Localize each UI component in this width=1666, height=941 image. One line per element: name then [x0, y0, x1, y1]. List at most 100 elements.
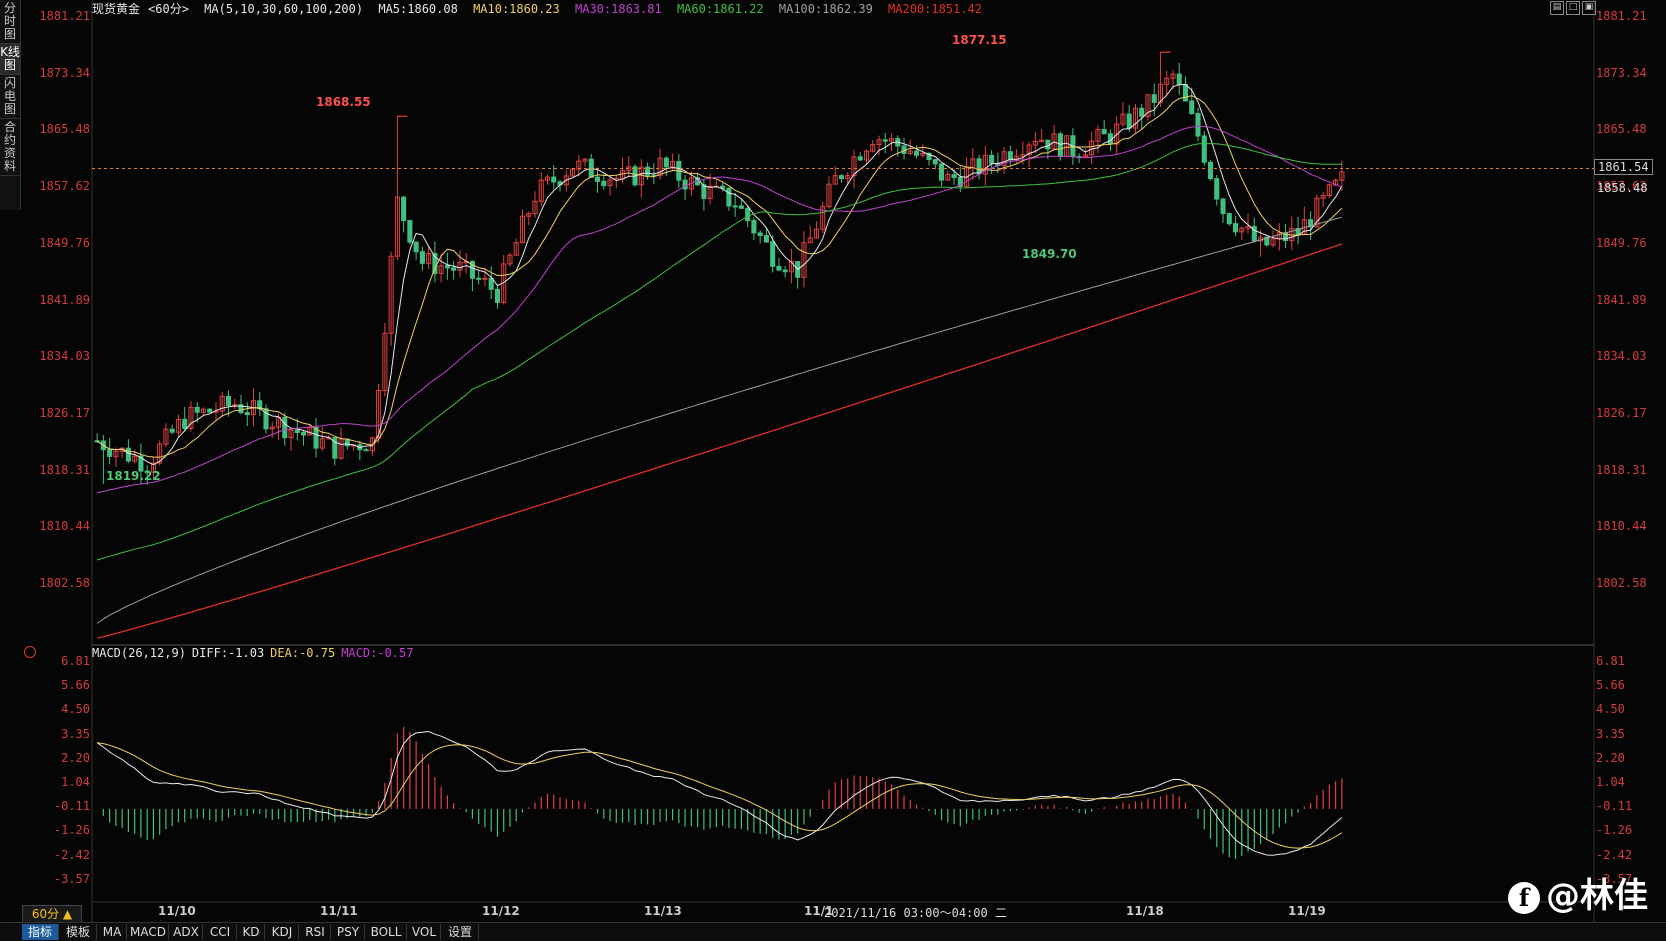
price-left-axis-tick: 1881.21 [39, 9, 90, 23]
tab-kd[interactable]: KD [238, 924, 265, 940]
candle-body [1126, 113, 1132, 129]
close-icon[interactable]: ▣ [1582, 1, 1596, 15]
candle-body [1007, 151, 1013, 161]
candle-body [1201, 135, 1207, 163]
candle-body [1220, 198, 1226, 215]
date-label: 11/11 [320, 904, 358, 918]
current-price-tag: 1861.54 [1594, 159, 1653, 175]
candle-body [1214, 178, 1220, 200]
tab-kdj[interactable]: KDJ [266, 924, 299, 940]
tab-adx[interactable]: ADX [170, 924, 203, 940]
watermark: f @林佳 [1508, 868, 1648, 917]
candle-body [482, 277, 488, 280]
secondary-price-tag: 1858.48 [1597, 181, 1648, 195]
candle-body [551, 176, 557, 183]
macd-left-axis-tick: 3.35 [61, 726, 90, 741]
tab-ma[interactable]: MA [98, 924, 127, 940]
price-right-axis-tick: 1865.48 [1596, 122, 1647, 137]
macd-left-axis-tick: 4.50 [61, 702, 90, 717]
ma200-line [96, 243, 1343, 639]
macd-right-axis-tick: -2.42 [1596, 847, 1633, 862]
candle-body [1139, 107, 1145, 117]
price-right-axis-tick: 1810.44 [1596, 519, 1647, 534]
tab-vol[interactable]: VOL [408, 924, 441, 940]
candle-body [682, 179, 688, 190]
layout-icon[interactable]: ▤ [1550, 1, 1564, 15]
price-left-axis-tick: 1802.58 [39, 576, 90, 590]
date-label: 11/13 [644, 904, 682, 918]
restore-icon[interactable]: □ [1566, 1, 1580, 15]
candle-body [444, 265, 450, 269]
macd-right-axis-tick: -0.11 [1596, 799, 1633, 814]
macd-left-axis-tick: 6.81 [61, 654, 90, 668]
tab-rsi[interactable]: RSI [300, 924, 331, 940]
date-label: 11/19 [1288, 904, 1326, 918]
tab-cci[interactable]: CCI [204, 924, 237, 940]
price-left-axis-tick: 1865.48 [39, 122, 90, 137]
price-right-axis-tick: 1802.58 [1596, 576, 1647, 590]
candle-body [1057, 133, 1063, 158]
macd-left-axis-tick: 5.66 [61, 678, 90, 693]
macd-dea-line [97, 742, 1343, 849]
tab-psy[interactable]: PSY [332, 924, 365, 940]
macd-left-axis-tick: -2.42 [53, 847, 90, 862]
candle-body [757, 232, 763, 236]
price-left-axis-tick: 1810.44 [39, 519, 90, 534]
macd-left-axis-tick: -0.11 [53, 799, 90, 814]
tab-boll[interactable]: BOLL [366, 924, 407, 940]
candle-body [776, 265, 782, 271]
price-right-axis-tick: 1873.34 [1596, 65, 1647, 80]
period-selector[interactable]: 60分 ▲ [22, 905, 82, 923]
candle-body [1195, 112, 1201, 137]
tab-macd[interactable]: MACD [128, 924, 169, 940]
macd-right-axis-tick: 5.66 [1596, 678, 1625, 693]
candle-body [401, 196, 407, 222]
candle-body [301, 432, 307, 436]
period-title: <60分> [148, 2, 189, 16]
candle-body [182, 418, 188, 429]
candle-body [451, 267, 457, 271]
candle-body [1176, 73, 1182, 86]
candle-body [1101, 128, 1107, 135]
candle-body [951, 174, 957, 179]
candle-body [313, 427, 319, 449]
candle-body [225, 395, 232, 406]
candle-body [857, 156, 863, 161]
price-right-axis-tick: 1834.03 [1596, 349, 1647, 364]
trading-app: 分时图 K线图 闪电图 合约资料 现货黄金 <60分> MA(5,10,30,60… [0, 0, 1666, 941]
candle-body [282, 416, 288, 439]
macd-dea: DEA:-0.75 [270, 646, 336, 660]
high-marker-1: 1868.55 [316, 95, 371, 109]
price-left-axis-tick: 1834.03 [39, 349, 90, 364]
ma60-line [96, 142, 1342, 561]
candle-body [244, 412, 250, 416]
candle-body [782, 269, 788, 273]
tab-templates[interactable]: 模板 [60, 924, 97, 940]
tab-settings[interactable]: 设置 [442, 924, 479, 940]
candle-body [738, 205, 744, 209]
date-label: 11/18 [1126, 904, 1164, 918]
candle-body [838, 175, 845, 180]
tab-indicators[interactable]: 指标 [22, 924, 59, 940]
macd-left-axis-tick: 2.20 [61, 750, 90, 765]
candle-body [407, 220, 413, 243]
candle-body [726, 187, 732, 207]
candle-body [751, 220, 757, 234]
candle-body [601, 180, 607, 187]
candle-body [194, 406, 200, 413]
candle-body [763, 234, 769, 243]
price-left-axis-tick: 1857.62 [39, 179, 90, 194]
ma100-label: MA100:1862.39 [778, 2, 873, 16]
price-left-axis-tick: 1873.34 [39, 65, 90, 80]
price-right-axis-tick: 1849.76 [1596, 235, 1647, 250]
ma200-label: MA200:1851.42 [888, 2, 982, 16]
chart-canvas[interactable] [0, 0, 1666, 922]
macd-right-axis-tick: 4.50 [1596, 702, 1625, 717]
ma10-line [96, 95, 1343, 458]
price-left-axis-tick: 1849.76 [39, 235, 90, 250]
macd-right-axis-tick: 3.35 [1596, 726, 1625, 741]
price-right-axis-tick: 1841.89 [1596, 292, 1647, 307]
candle-body [125, 447, 131, 462]
date-label: 11/10 [158, 904, 196, 918]
price-left-axis-tick: 1826.17 [39, 405, 90, 420]
